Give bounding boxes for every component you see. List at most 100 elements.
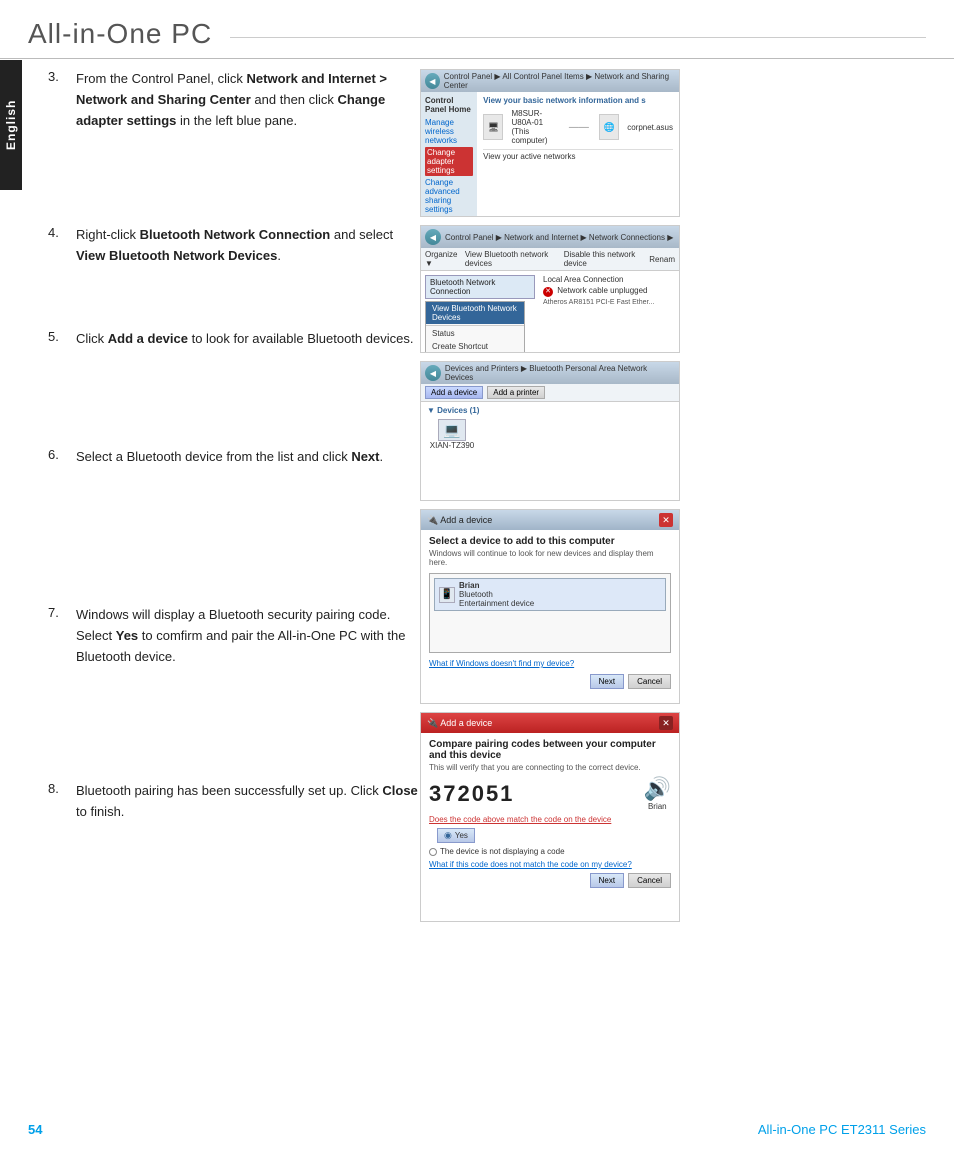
ss5-no-radio[interactable]: The device is not displaying a code: [429, 847, 671, 856]
ss2-organize[interactable]: Organize ▼: [425, 250, 461, 268]
ss5-title-text: 🔌 Add a device: [427, 718, 492, 729]
ss5-titlebar: 🔌 Add a device ✕: [421, 713, 679, 733]
step-7-text: Windows will display a Bluetooth securit…: [76, 605, 420, 667]
ss2-disconnect-icon: ✕: [543, 287, 553, 297]
ss1-computer-info: M8SUR-U80A-01 (This computer): [511, 109, 558, 145]
ss2-content: Bluetooth Network Connection View Blueto…: [421, 271, 679, 353]
ss5-heading: Compare pairing codes between your compu…: [429, 739, 671, 761]
ss4-device-item-icon: 📱: [439, 587, 455, 603]
ss3-add-device-btn[interactable]: Add a device: [425, 386, 483, 399]
ss4-device-item[interactable]: 📱 Brian Bluetooth Entertainment device: [434, 578, 666, 611]
ss5-device-area: 🔊 Brian: [644, 776, 671, 811]
ss4-device-info: Brian Bluetooth Entertainment device: [459, 581, 534, 608]
ss1-link-adapter[interactable]: Change adapter settings: [425, 147, 473, 176]
ss3-body: Add a device Add a printer ▼ Devices (1)…: [421, 384, 679, 500]
ss1-sidebar: Control Panel Home Manage wireless netwo…: [421, 92, 477, 216]
ss1-active-networks: View your active networks: [483, 149, 673, 161]
ss2-local-area: Local Area Connection: [543, 275, 675, 284]
step-5: 5. Click Add a device to look for availa…: [48, 329, 420, 365]
ss2-toolbar: Organize ▼ View Bluetooth network device…: [421, 248, 679, 271]
ss5-body: Compare pairing codes between your compu…: [421, 733, 679, 921]
ss3-nav-path: Devices and Printers ▶ Bluetooth Persona…: [445, 364, 675, 382]
step-8: 8. Bluetooth pairing has been successful…: [48, 781, 420, 823]
ss3-section-label: ▼ Devices (1): [427, 406, 673, 415]
ss4-subtext: Windows will continue to look for new de…: [429, 549, 671, 567]
ss5-cancel-btn[interactable]: Cancel: [628, 873, 671, 888]
ss4-find-link[interactable]: What if Windows doesn't find my device?: [429, 659, 671, 668]
ss3-back-btn[interactable]: ◀: [425, 365, 441, 381]
ss2-ctx-status[interactable]: Status: [426, 327, 524, 340]
ss3-add-printer-btn[interactable]: Add a printer: [487, 386, 545, 399]
ss5-yes-btn[interactable]: ◉ Yes: [437, 828, 475, 843]
ss5-code-area: 372051: [429, 781, 514, 807]
ss4-device-type: Bluetooth: [459, 590, 534, 599]
ss4-device-area: 📱 Brian Bluetooth Entertainment device: [429, 573, 671, 653]
ss4-close-btn[interactable]: ✕: [659, 513, 673, 527]
step-4: 4. Right-click Bluetooth Network Connect…: [48, 225, 420, 267]
ss4-footer: Next Cancel: [429, 674, 671, 689]
ss2-ctx-view[interactable]: View Bluetooth Network Devices: [426, 302, 524, 324]
ss4-device-name: Brian: [459, 581, 534, 590]
page-footer: 54 All-in-One PC ET2311 Series: [28, 1122, 926, 1137]
ss5-close-btn[interactable]: ✕: [659, 716, 673, 730]
step-6: 6. Select a Bluetooth device from the li…: [48, 447, 420, 483]
screenshot-add-device: 🔌 Add a device ✕ Select a device to add …: [420, 509, 680, 704]
ss3-device-name: XIAN-TZ390: [430, 441, 474, 450]
ss5-yes-label: Yes: [455, 831, 468, 840]
ss2-ctx-shortcut[interactable]: Create Shortcut: [426, 340, 524, 353]
ss5-no-label: The device is not displaying a code: [440, 847, 565, 856]
ss5-device-label: Brian: [648, 802, 667, 811]
ss5-confirm-text: Does the code above match the code on th…: [429, 815, 671, 824]
main-content: 3. From the Control Panel, click Network…: [0, 59, 954, 982]
ss2-rename[interactable]: Renam: [649, 255, 675, 264]
footer-page-number: 54: [28, 1122, 42, 1137]
page-title: All-in-One PC: [28, 18, 212, 50]
ss2-view-bt[interactable]: View Bluetooth network devices: [465, 250, 560, 268]
ss4-title-text: 🔌 Add a device: [427, 515, 492, 526]
ss2-bt-connection[interactable]: Bluetooth Network Connection: [425, 275, 535, 299]
ss2-context-menu: View Bluetooth Network Devices Status Cr…: [425, 301, 525, 353]
ss5-code-mismatch-link[interactable]: What if this code does not match the cod…: [429, 860, 671, 869]
ss5-options: The device is not displaying a code: [429, 847, 671, 856]
ss1-arrow: ——: [567, 122, 591, 133]
step-6-number: 6.: [48, 447, 76, 483]
ss1-back-btn[interactable]: ◀: [425, 73, 440, 89]
ss2-local-detail: ✕ Network cable unplugged Atheros AR8151…: [543, 286, 675, 306]
ss4-next-btn[interactable]: Next: [590, 674, 624, 689]
steps-column: 3. From the Control Panel, click Network…: [0, 69, 420, 922]
ss1-router-icon: 🌐: [599, 114, 619, 140]
ss1-link-wireless[interactable]: Manage wireless networks: [425, 118, 473, 145]
screenshot-bt-pan: ◀ Devices and Printers ▶ Bluetooth Perso…: [420, 361, 680, 501]
ss5-subtext: This will verify that you are connecting…: [429, 763, 671, 772]
ss1-main-title: View your basic network information and …: [483, 96, 673, 105]
ss5-next-btn[interactable]: Next: [590, 873, 624, 888]
ss4-cancel-btn[interactable]: Cancel: [628, 674, 671, 689]
ss5-yes-check-icon: ◉: [444, 830, 452, 841]
ss5-footer: Next Cancel: [429, 873, 671, 888]
step-5-text: Click Add a device to look for available…: [76, 329, 413, 365]
ss1-main: View your basic network information and …: [477, 92, 679, 216]
step-5-number: 5.: [48, 329, 76, 365]
ss2-nav-path: Control Panel ▶ Network and Internet ▶ N…: [445, 233, 673, 242]
page-header: All-in-One PC: [0, 0, 954, 59]
ss5-device-icon: 🔊: [644, 776, 671, 802]
ss2-body: Organize ▼ View Bluetooth network device…: [421, 248, 679, 352]
screenshots-column: ◀ Control Panel ▶ All Control Panel Item…: [420, 69, 954, 922]
ss2-titlebar: ◀ Control Panel ▶ Network and Internet ▶…: [421, 226, 679, 248]
step-3-number: 3.: [48, 69, 76, 131]
ss1-body: Control Panel Home Manage wireless netwo…: [421, 92, 679, 216]
ss3-toolbar: Add a device Add a printer: [421, 384, 679, 402]
step-4-number: 4.: [48, 225, 76, 267]
ss1-router-name: corpnet.asus: [627, 123, 673, 132]
ss1-link-sharing[interactable]: Change advanced sharing settings: [425, 178, 473, 214]
ss2-disable[interactable]: Disable this network device: [564, 250, 646, 268]
screenshot-network-connections: ◀ Control Panel ▶ Network and Internet ▶…: [420, 225, 680, 353]
step-3-text: From the Control Panel, click Network an…: [76, 69, 420, 131]
ss1-computer-sub: (This computer): [511, 127, 558, 145]
ss2-back-btn[interactable]: ◀: [425, 229, 441, 245]
step-7-number: 7.: [48, 605, 76, 667]
header-divider: [230, 37, 926, 38]
ss1-network-row: 🖥 M8SUR-U80A-01 (This computer) —— 🌐 cor…: [483, 109, 673, 145]
ss2-ctx-sep1: [426, 325, 524, 326]
ss1-computer-icon: 🖥: [483, 114, 503, 140]
